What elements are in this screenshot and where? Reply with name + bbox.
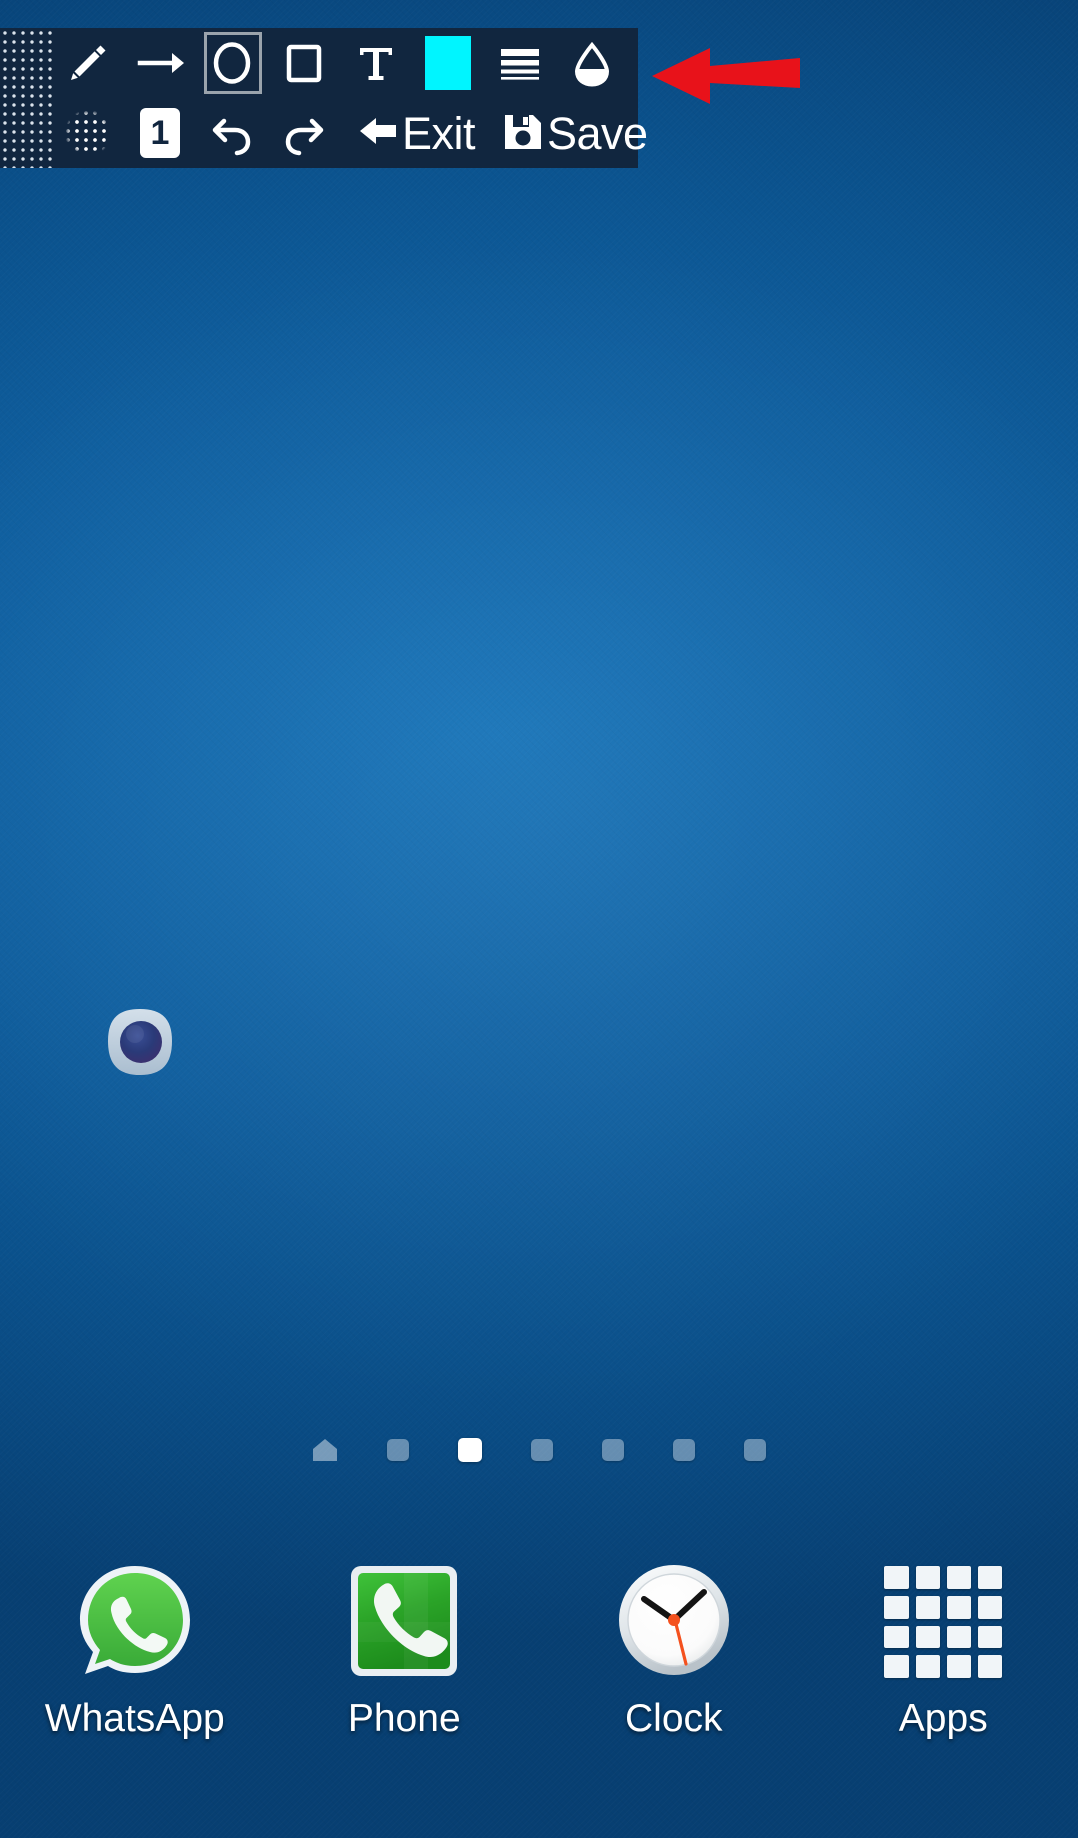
dock-label-whatsapp: WhatsApp bbox=[44, 1697, 225, 1740]
arrow-tool-button[interactable] bbox=[124, 28, 196, 98]
toolbar-drag-handle[interactable] bbox=[0, 28, 52, 168]
arrow-left-icon bbox=[356, 109, 400, 158]
dock-item-apps[interactable]: Apps bbox=[809, 1560, 1078, 1790]
red-arrow-annotation bbox=[650, 36, 800, 112]
selected-tool-outline bbox=[204, 32, 262, 94]
dock-label-apps: Apps bbox=[898, 1697, 988, 1740]
phone-screen: 1 Exit Save WhatsApp Phone Clock Apps bbox=[0, 0, 1078, 1838]
page-indicator-row bbox=[0, 1438, 1078, 1462]
page-indicator-5[interactable] bbox=[673, 1439, 695, 1461]
whatsapp-icon bbox=[73, 1560, 197, 1684]
number-badge-icon: 1 bbox=[140, 108, 180, 158]
dot-matrix-icon bbox=[65, 110, 111, 156]
blur-tool-button[interactable] bbox=[52, 98, 124, 168]
circle-tool-button[interactable] bbox=[196, 28, 268, 98]
toolbar-row-tools bbox=[52, 28, 628, 98]
text-t-icon bbox=[354, 39, 398, 87]
save-label: Save bbox=[547, 107, 648, 159]
redo-icon bbox=[279, 108, 329, 158]
redo-button[interactable] bbox=[268, 98, 340, 168]
arrow-right-icon bbox=[134, 39, 186, 87]
toolbar-row-actions: 1 Exit Save bbox=[52, 98, 652, 168]
undo-icon bbox=[207, 108, 257, 158]
dock-item-phone[interactable]: Phone bbox=[270, 1560, 540, 1790]
desktop-shortcut-icon[interactable] bbox=[105, 1006, 175, 1078]
page-indicator-home[interactable] bbox=[312, 1438, 338, 1462]
droplet-icon bbox=[570, 39, 614, 87]
opacity-button[interactable] bbox=[556, 28, 628, 98]
dock-label-phone: Phone bbox=[347, 1697, 461, 1740]
step-number-button[interactable]: 1 bbox=[124, 98, 196, 168]
line-width-icon bbox=[496, 39, 544, 87]
floppy-disk-icon bbox=[501, 109, 545, 158]
phone-icon bbox=[342, 1560, 466, 1684]
color-swatch bbox=[425, 36, 471, 90]
square-icon bbox=[282, 39, 326, 87]
save-button[interactable]: Save bbox=[497, 98, 652, 168]
color-picker-button[interactable] bbox=[412, 28, 484, 98]
apps-grid-icon bbox=[881, 1560, 1005, 1684]
clock-icon bbox=[612, 1560, 736, 1684]
dock-label-clock: Clock bbox=[624, 1697, 723, 1740]
exit-button[interactable]: Exit bbox=[352, 98, 479, 168]
page-indicator-2[interactable] bbox=[458, 1438, 482, 1462]
dock-item-clock[interactable]: Clock bbox=[539, 1560, 809, 1790]
exit-label: Exit bbox=[402, 107, 476, 159]
pencil-icon bbox=[64, 39, 112, 87]
undo-button[interactable] bbox=[196, 98, 268, 168]
dock-item-whatsapp[interactable]: WhatsApp bbox=[0, 1560, 270, 1790]
rectangle-tool-button[interactable] bbox=[268, 28, 340, 98]
pencil-tool-button[interactable] bbox=[52, 28, 124, 98]
text-tool-button[interactable] bbox=[340, 28, 412, 98]
page-indicator-3[interactable] bbox=[531, 1439, 553, 1461]
page-indicator-1[interactable] bbox=[387, 1439, 409, 1461]
line-width-button[interactable] bbox=[484, 28, 556, 98]
markup-toolbar: 1 Exit Save bbox=[0, 28, 648, 168]
app-dock: WhatsApp Phone Clock Apps bbox=[0, 1560, 1078, 1790]
page-indicator-6[interactable] bbox=[744, 1439, 766, 1461]
page-indicator-4[interactable] bbox=[602, 1439, 624, 1461]
